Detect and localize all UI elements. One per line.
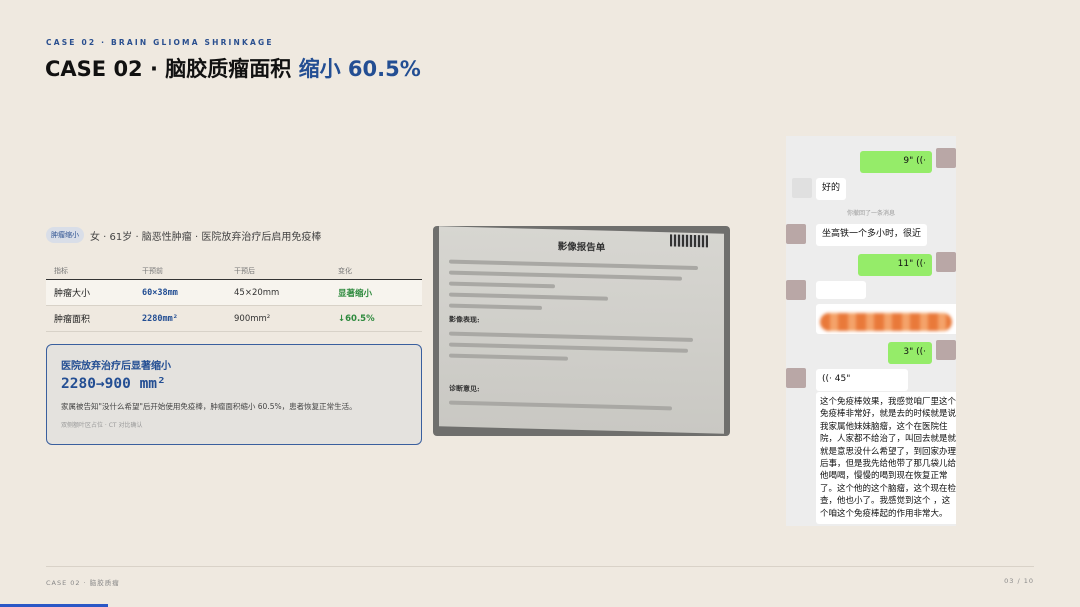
cell-before: 2280mm² [142, 313, 178, 324]
eyebrow-label: CASE 02 · BRAIN GLIOMA SHRINKAGE [46, 38, 274, 47]
card-title: 医院放弃治疗后显著缩小 [61, 361, 171, 372]
barcode-icon [670, 234, 708, 248]
avatar [786, 280, 806, 300]
system-message: 你撤回了一条消息 [846, 210, 895, 217]
report-findings-label: 影像表现: [449, 314, 480, 325]
footer-section-label: CASE 02 · 脑胶质瘤 [46, 579, 120, 587]
chat-screenshot: 9" ((· 好的 你撤回了一条消息 坐高铁一个多小时，很近 11" ((· 3… [786, 136, 956, 526]
report-line [449, 281, 555, 289]
avatar [936, 148, 956, 168]
chat-message: 好的 [816, 178, 847, 200]
title-main: CASE 02 · 脑胶质瘤面积 [45, 57, 292, 81]
cell-metric: 肿瘤面积 [54, 315, 91, 325]
report-line [449, 342, 688, 353]
highlight-card: 医院放弃治疗后显著缩小 2280→900 mm² 家属被告知"没什么希望"后开始… [46, 344, 422, 445]
patient-summary: 肿瘤缩小 女 · 61岁 · 脑恶性肿瘤 · 医院放弃治疗后启用免疫棒 [46, 227, 321, 243]
report-line [449, 331, 693, 342]
cell-after: 900mm² [234, 313, 271, 324]
patient-summary-text: 女 · 61岁 · 脑恶性肿瘤 · 医院放弃治疗后启用免疫棒 [90, 231, 322, 243]
voice-message: 3" ((· [888, 342, 932, 364]
comparison-table: 指标 干预前 干预后 变化 肿瘤大小 60×38mm 45×20mm 显著缩小 … [46, 262, 422, 332]
cell-after: 45×20mm [234, 287, 280, 298]
report-line [449, 259, 699, 271]
card-value: 2280→900 mm² [61, 376, 166, 392]
title-accent: 缩小 60.5% [298, 57, 421, 81]
report-paper: 影像报告单 影像表现: 诊断意见: [439, 226, 724, 434]
report-line [449, 292, 608, 301]
avatar [936, 340, 956, 360]
voice-message: ((· 45" [816, 369, 908, 391]
cell-change: ↓60.5% [338, 313, 375, 324]
header-metric: 指标 [54, 266, 68, 275]
table-row: 肿瘤大小 60×38mm 45×20mm 显著缩小 [46, 280, 422, 306]
cell-change: 显著缩小 [338, 288, 373, 299]
table-row: 肿瘤面积 2280mm² 900mm² ↓60.5% [46, 306, 422, 332]
report-line [449, 303, 542, 310]
redaction-mark [820, 313, 952, 331]
report-line [449, 270, 683, 281]
card-description: 家属被告知"没什么希望"后开始使用免疫棒，肿瘤面积缩小 60.5%，患者恢复正常… [61, 402, 357, 411]
page-number: 03 / 10 [1004, 577, 1034, 585]
cell-metric: 肿瘤大小 [54, 289, 91, 299]
cell-before: 60×38mm [142, 287, 178, 298]
header-change: 变化 [338, 266, 352, 275]
report-diagnosis-label: 诊断意见: [449, 383, 480, 394]
page-title: CASE 02 · 脑胶质瘤面积 缩小 60.5% [45, 53, 421, 83]
voice-message: 9" ((· [860, 151, 932, 173]
report-line [449, 400, 672, 411]
card-note: 双侧额叶区占位 · CT 对比确认 [61, 422, 143, 429]
report-line [449, 353, 569, 361]
chat-message: 坐高铁一个多小时，很近 [816, 224, 928, 246]
footer-divider [46, 566, 1034, 567]
header-before: 干预前 [142, 266, 163, 275]
avatar [786, 224, 806, 244]
avatar [936, 252, 956, 272]
blurred-message [816, 281, 866, 299]
avatar [786, 368, 806, 388]
table-header: 指标 干预前 干预后 变化 [46, 262, 422, 280]
voice-message: 11" ((· [858, 254, 932, 276]
status-badge: 肿瘤缩小 [46, 227, 84, 243]
chat-message-long: 这个免疫棒效果，我感觉咱厂里这个免疫棒非常好，就是去的时候就是说我家属他妹妹脑瘤… [816, 392, 956, 525]
report-photo: 影像报告单 影像表现: 诊断意见: [433, 226, 730, 436]
avatar [792, 178, 812, 198]
header-after: 干预后 [234, 266, 255, 275]
